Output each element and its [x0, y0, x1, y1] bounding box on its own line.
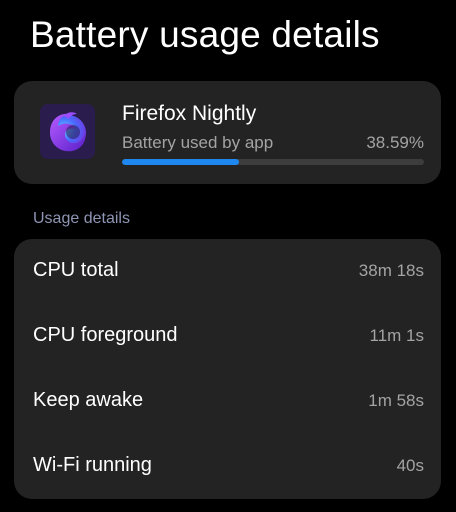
- usage-row-label: Wi-Fi running: [33, 454, 152, 476]
- usage-row-label: CPU foreground: [33, 324, 178, 346]
- battery-used-label: Battery used by app: [122, 133, 274, 152]
- usage-row-label: Keep awake: [33, 389, 144, 411]
- battery-usage-bar: [122, 159, 424, 165]
- page-title: Battery usage details: [30, 14, 380, 55]
- usage-row-keep-awake: Keep awake 1m 58s: [14, 369, 441, 434]
- battery-percent: 38.59%: [366, 133, 424, 152]
- firefox-nightly-icon: [40, 104, 95, 159]
- usage-details-heading: Usage details: [33, 210, 130, 227]
- usage-row-label: CPU total: [33, 259, 119, 281]
- usage-row-value: 38m 18s: [358, 261, 424, 280]
- app-name: Firefox Nightly: [122, 102, 257, 125]
- battery-usage-bar-fill: [122, 159, 239, 165]
- usage-row-value: 40s: [396, 456, 424, 475]
- app-summary-card: Firefox Nightly Battery used by app 38.5…: [14, 81, 441, 184]
- usage-row-cpu-foreground: CPU foreground 11m 1s: [14, 304, 441, 369]
- usage-row-value: 1m 58s: [368, 391, 424, 410]
- usage-row-value: 11m 1s: [369, 326, 425, 345]
- usage-details-card: CPU total 38m 18s CPU foreground 11m 1s …: [14, 239, 441, 499]
- usage-row-cpu-total: CPU total 38m 18s: [14, 239, 441, 304]
- battery-usage-screen: Battery usage details Firefox Nightly Ba…: [0, 0, 456, 512]
- usage-row-wifi-running: Wi-Fi running 40s: [14, 434, 441, 499]
